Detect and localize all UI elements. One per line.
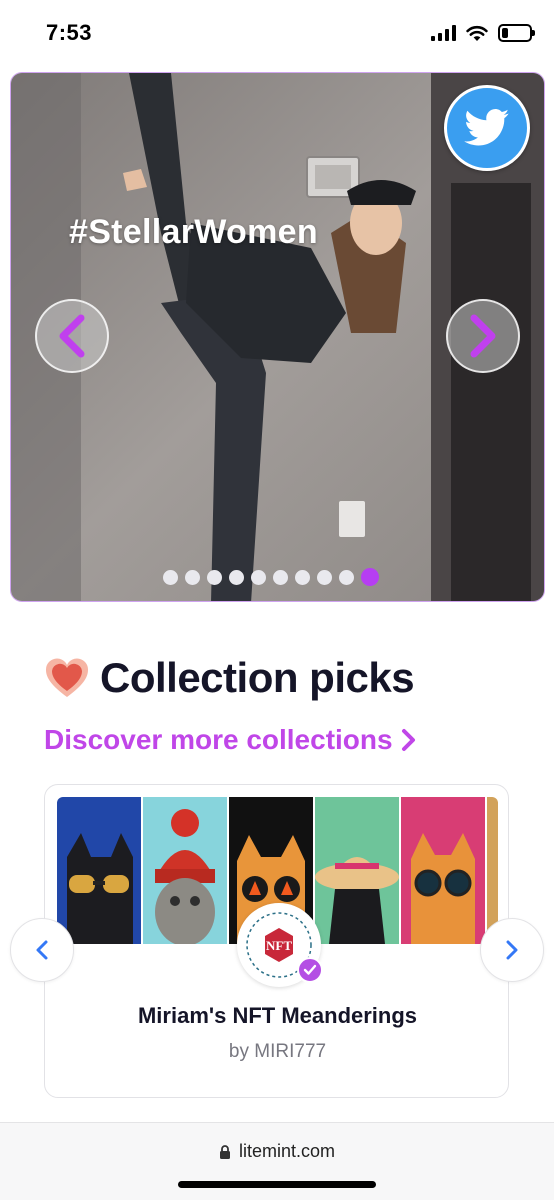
home-indicator[interactable] bbox=[178, 1181, 376, 1188]
collection-name: Miriam's NFT Meanderings bbox=[137, 1003, 418, 1028]
collection-next-button[interactable] bbox=[480, 918, 544, 982]
collection-prev-button[interactable] bbox=[10, 918, 74, 982]
twitter-icon bbox=[464, 109, 510, 146]
carousel-dot[interactable] bbox=[317, 569, 332, 585]
carousel-dot[interactable] bbox=[273, 569, 288, 585]
verified-badge-icon bbox=[297, 957, 323, 983]
heart-icon bbox=[45, 658, 89, 697]
page: 7:53 #StellarWomen Collection picks Disc… bbox=[0, 0, 554, 1200]
lock-icon bbox=[219, 1144, 230, 1159]
collection-card[interactable]: NFT Miriam's NFT Meanderings by MIRI777 bbox=[44, 784, 509, 1098]
carousel-dot[interactable] bbox=[251, 569, 266, 585]
carousel-dot[interactable] bbox=[339, 569, 354, 585]
hero-prev-button[interactable] bbox=[35, 299, 109, 373]
address-url: litemint.com bbox=[238, 1141, 336, 1161]
status-icons bbox=[431, 24, 535, 42]
twitter-share-button[interactable] bbox=[444, 85, 530, 171]
discover-more-collections-link[interactable]: Discover more collections bbox=[44, 724, 417, 756]
collection-creator: by MIRI777 bbox=[228, 1041, 327, 1062]
carousel-dot[interactable] bbox=[207, 569, 222, 585]
address-field[interactable]: litemint.com bbox=[0, 1141, 554, 1162]
battery-level bbox=[502, 28, 508, 38]
status-time: 7:53 bbox=[46, 20, 93, 45]
hero-hashtag: #StellarWomen bbox=[69, 213, 318, 251]
cellular-signal-icon bbox=[431, 25, 456, 41]
wifi-icon bbox=[466, 25, 488, 41]
carousel-dot[interactable] bbox=[185, 569, 200, 585]
cat-tile-sunhat bbox=[315, 797, 399, 944]
battery-icon bbox=[498, 24, 535, 42]
cat-tile-beanie bbox=[143, 797, 227, 944]
chevron-left-icon bbox=[59, 314, 85, 358]
carousel-pagination bbox=[163, 568, 379, 586]
status-bar: 7:53 bbox=[0, 0, 554, 70]
discover-more-label: Discover more collections bbox=[44, 724, 393, 755]
chevron-left-icon bbox=[36, 940, 48, 960]
chevron-right-icon bbox=[401, 729, 415, 751]
collection-picks-title: Collection picks bbox=[100, 654, 415, 701]
carousel-dot[interactable] bbox=[229, 569, 244, 585]
hero-carousel[interactable]: #StellarWomen bbox=[10, 72, 545, 602]
carousel-dot[interactable] bbox=[295, 569, 310, 585]
nft-logo-text: NFT bbox=[266, 938, 292, 953]
hero-next-button[interactable] bbox=[446, 299, 520, 373]
carousel-dot[interactable] bbox=[361, 568, 379, 586]
chevron-right-icon bbox=[470, 314, 496, 358]
carousel-dot[interactable] bbox=[163, 569, 178, 585]
browser-address-bar[interactable]: litemint.com bbox=[0, 1122, 554, 1200]
cat-tile-heart-glasses bbox=[401, 797, 485, 944]
chevron-right-icon bbox=[506, 940, 518, 960]
collection-picks-header: Collection picks bbox=[44, 654, 415, 702]
cat-tile-sunglasses bbox=[57, 797, 141, 944]
